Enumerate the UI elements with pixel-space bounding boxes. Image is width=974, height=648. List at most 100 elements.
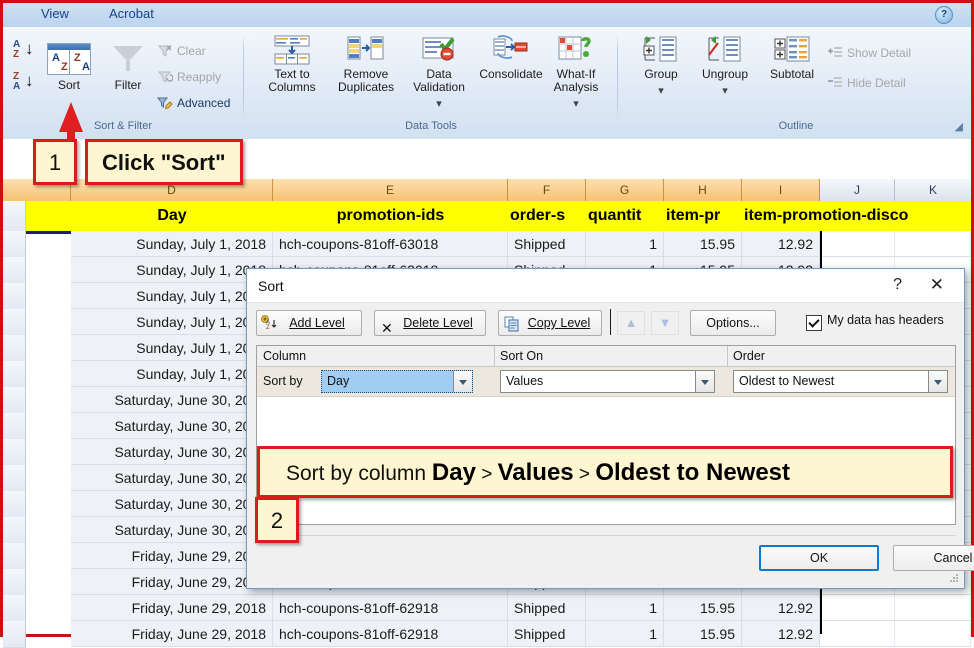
chevron-down-icon-order[interactable]	[928, 371, 947, 392]
row-header[interactable]	[3, 439, 26, 466]
row-header[interactable]	[3, 361, 26, 388]
cell-day[interactable]: Sunday, July 1, 2018	[71, 257, 273, 283]
what-if-analysis-button[interactable]: What-If Analysis ▾	[547, 35, 605, 112]
show-detail-button[interactable]: Show Detail	[825, 43, 967, 63]
row-header[interactable]	[3, 569, 26, 596]
filter-button[interactable]: Filter	[101, 43, 155, 92]
cell-day[interactable]: Saturday, June 30, 2018	[71, 465, 273, 491]
row-header[interactable]	[3, 465, 26, 492]
sort-descending-icon[interactable]: ZA↓	[13, 71, 39, 97]
row-header[interactable]	[3, 543, 26, 570]
cell-disc[interactable]: 12.92	[742, 595, 820, 621]
sort-on-select[interactable]: Values	[500, 370, 715, 393]
cell-day[interactable]: Friday, June 29, 2018	[71, 543, 273, 569]
help-icon[interactable]: ?	[935, 6, 953, 24]
cancel-button[interactable]: Cancel	[893, 545, 974, 571]
table-row[interactable]: Sunday, July 1, 2018hch-coupons-81off-63…	[3, 231, 971, 257]
cell-disc[interactable]: 12.92	[742, 231, 820, 257]
cell-blank-j[interactable]	[820, 231, 895, 257]
row-header[interactable]	[3, 517, 26, 544]
group-button[interactable]: Group ▾	[633, 35, 689, 99]
row-header[interactable]	[3, 257, 26, 284]
cell-day[interactable]: Sunday, July 1, 2018	[71, 361, 273, 387]
cell-status[interactable]: Shipped	[508, 595, 586, 621]
options-button[interactable]: Options...	[690, 310, 776, 336]
row-header[interactable]	[3, 413, 26, 440]
cell-blank-k[interactable]	[895, 595, 971, 621]
remove-duplicates-button[interactable]: Remove Duplicates	[333, 35, 399, 94]
cell-day[interactable]: Saturday, June 30, 2018	[71, 439, 273, 465]
cell-blank-j[interactable]	[820, 595, 895, 621]
cell-day[interactable]: Friday, June 29, 2018	[71, 569, 273, 595]
move-up-button[interactable]: ▲	[617, 311, 645, 335]
hide-detail-button[interactable]: Hide Detail	[825, 73, 967, 93]
cell-price[interactable]: 15.95	[664, 595, 742, 621]
column-header-G[interactable]: G	[586, 179, 664, 201]
add-level-button[interactable]: A Z Add Level	[256, 310, 362, 336]
cell-status[interactable]: Shipped	[508, 621, 586, 647]
cell-blank-k[interactable]	[895, 231, 971, 257]
data-validation-button[interactable]: Data Validation ▾	[409, 35, 469, 112]
cell-day[interactable]: Saturday, June 30, 2018	[71, 387, 273, 413]
cell-blank-k[interactable]	[895, 621, 971, 647]
row-header[interactable]	[3, 595, 26, 622]
cell-qty[interactable]: 1	[586, 595, 664, 621]
cell-qty[interactable]: 1	[586, 621, 664, 647]
cell-day[interactable]: Saturday, June 30, 2018	[71, 491, 273, 517]
table-row[interactable]: Friday, June 29, 2018hch-coupons-81off-6…	[3, 595, 971, 621]
clear-button[interactable]: Clear	[155, 41, 261, 61]
cell-day[interactable]: Sunday, July 1, 2018	[71, 309, 273, 335]
chevron-down-icon-sorton[interactable]	[695, 371, 714, 392]
cell-day[interactable]: Saturday, June 30, 2018	[71, 517, 273, 543]
cell-promo[interactable]: hch-coupons-81off-63018	[273, 231, 508, 257]
move-down-button[interactable]: ▼	[651, 311, 679, 335]
resize-grip[interactable]	[949, 574, 959, 584]
table-row[interactable]: Friday, June 29, 2018hch-coupons-81off-6…	[3, 621, 971, 647]
consolidate-button[interactable]: Consolidate	[479, 35, 543, 81]
row-header[interactable]	[3, 387, 26, 414]
cell-qty[interactable]: 1	[586, 231, 664, 257]
subtotal-button[interactable]: Subtotal	[763, 35, 821, 81]
my-data-has-headers-checkbox[interactable]	[806, 315, 822, 331]
cell-day[interactable]: Friday, June 29, 2018	[71, 621, 273, 647]
row-header[interactable]	[3, 231, 26, 258]
row-header[interactable]	[3, 283, 26, 310]
sort-order-select[interactable]: Oldest to Newest	[733, 370, 948, 393]
cell-promo[interactable]: hch-coupons-81off-62918	[273, 595, 508, 621]
copy-level-button[interactable]: Copy Level	[498, 310, 602, 336]
ok-button[interactable]: OK	[759, 545, 879, 571]
column-header-K[interactable]: K	[895, 179, 971, 201]
column-header-I[interactable]: I	[742, 179, 820, 201]
sort-column-select[interactable]: Day	[321, 370, 473, 393]
sort-ascending-icon[interactable]: AZ↓	[13, 39, 39, 65]
help-icon-dialog[interactable]: ?	[893, 276, 902, 294]
cell-day[interactable]: Friday, June 29, 2018	[71, 595, 273, 621]
cell-disc[interactable]: 12.92	[742, 621, 820, 647]
row-header[interactable]	[3, 309, 26, 336]
cell-blank-j[interactable]	[820, 621, 895, 647]
column-header-F[interactable]: F	[508, 179, 586, 201]
row-header[interactable]	[3, 621, 26, 648]
column-header-H[interactable]: H	[664, 179, 742, 201]
cell-price[interactable]: 15.95	[664, 621, 742, 647]
sort-button[interactable]: AZZA Sort	[41, 43, 97, 92]
close-icon[interactable]: ✕	[930, 275, 944, 295]
row-header[interactable]	[3, 491, 26, 518]
row-header[interactable]	[3, 335, 26, 362]
tab-acrobat[interactable]: Acrobat	[109, 6, 154, 21]
cell-price[interactable]: 15.95	[664, 231, 742, 257]
outline-dialog-launcher-icon[interactable]: ◢	[955, 120, 963, 133]
tab-view[interactable]: View	[41, 6, 69, 21]
column-header-J[interactable]: J	[820, 179, 895, 201]
cell-day[interactable]: Sunday, July 1, 2018	[71, 283, 273, 309]
cell-day[interactable]: Sunday, July 1, 2018	[71, 335, 273, 361]
delete-level-button[interactable]: ✕ Delete Level	[374, 310, 486, 336]
cell-day[interactable]: Sunday, July 1, 2018	[71, 231, 273, 257]
ungroup-button[interactable]: Ungroup ▾	[693, 35, 757, 99]
column-header-E[interactable]: E	[273, 179, 508, 201]
text-to-columns-button[interactable]: Text to Columns	[261, 35, 323, 94]
chevron-down-icon-column[interactable]	[453, 371, 472, 392]
cell-status[interactable]: Shipped	[508, 231, 586, 257]
cell-day[interactable]: Saturday, June 30, 2018	[71, 413, 273, 439]
cell-promo[interactable]: hch-coupons-81off-62918	[273, 621, 508, 647]
